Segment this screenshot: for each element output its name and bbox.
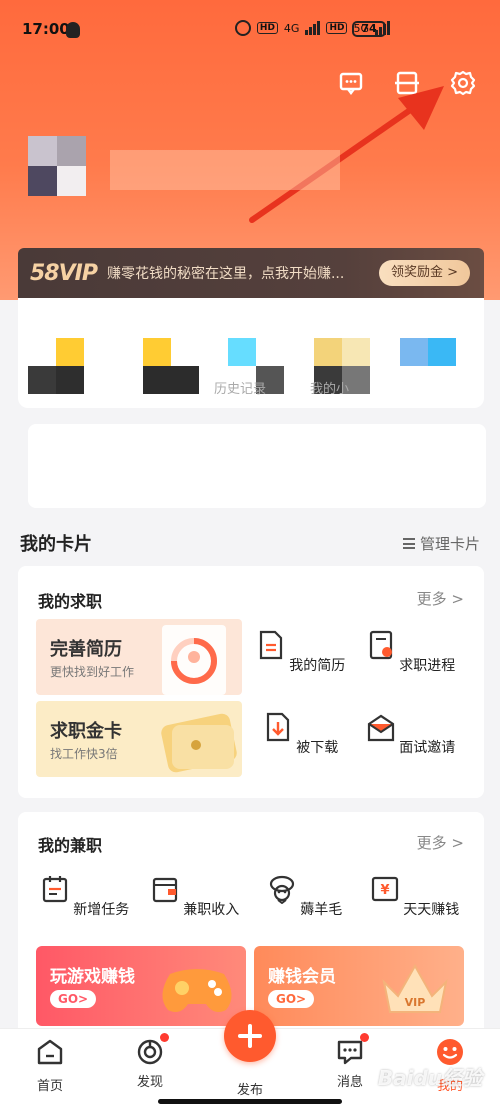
- daily-earn-item[interactable]: ¥ 天天赚钱: [360, 874, 470, 919]
- job-progress-item[interactable]: 求职进程: [356, 630, 466, 675]
- settings-button[interactable]: [448, 68, 478, 98]
- my-resume-label: 我的简历: [289, 658, 346, 674]
- new-task-item[interactable]: 新增任务: [30, 874, 140, 919]
- quick-label-history: 历史记录: [214, 382, 267, 397]
- vip-banner[interactable]: 58VIP 赚零花钱的秘密在这里，点我开始赚... 领奖励金 >: [18, 248, 484, 298]
- job-card-title: 我的求职: [38, 592, 103, 611]
- tab-home-label: 首页: [36, 1079, 63, 1094]
- alarm-icon: [234, 20, 251, 36]
- parttime-income-item[interactable]: 兼职收入: [140, 874, 250, 919]
- complete-resume-promo[interactable]: 完善简历 更快找到好工作: [36, 619, 242, 695]
- interview-invite-item[interactable]: 面试邀请: [356, 712, 466, 757]
- home-icon: [37, 1039, 63, 1065]
- cards-section-title: 我的卡片: [20, 534, 92, 555]
- my-resume-item[interactable]: 我的简历: [246, 630, 356, 675]
- vip-text: 赚零花钱的秘密在这里，点我开始赚...: [106, 266, 345, 282]
- progress-icon: [369, 630, 392, 660]
- claim-reward-button[interactable]: 领奖励金 >: [378, 260, 470, 286]
- status-bar: 17:00 HD 4G HD 5G 74: [0, 18, 500, 44]
- vip-logo: 58VIP: [30, 260, 98, 286]
- resume-progress-icon: [162, 625, 226, 695]
- qq-icon: [66, 22, 80, 38]
- hd-icon-2: HD: [326, 22, 348, 34]
- publish-button[interactable]: [224, 1010, 276, 1062]
- messages-badge: [360, 1033, 369, 1042]
- network-4g-label: 4G: [283, 21, 300, 35]
- new-task-label: 新增任务: [73, 902, 130, 918]
- job-more-link[interactable]: 更多 >: [417, 588, 464, 609]
- download-icon: [266, 712, 289, 742]
- hd-icon: HD: [256, 22, 278, 34]
- quick-item-1[interactable]: [28, 338, 86, 396]
- downloaded-item[interactable]: 被下载: [246, 712, 356, 757]
- job-gold-card-promo[interactable]: 求职金卡 找工作快3倍: [36, 701, 242, 777]
- tab-home[interactable]: 首页: [15, 1037, 85, 1094]
- watermark: Baidu经验: [377, 1066, 482, 1090]
- promo-title: 完善简历: [50, 639, 122, 660]
- manage-cards-label: 管理卡片: [419, 535, 480, 553]
- envelope-icon: [367, 714, 394, 742]
- earn-member-promo[interactable]: 赚钱会员 GO> VIP: [254, 946, 464, 1026]
- wallet-icon: [152, 877, 177, 903]
- status-time: 17:00: [22, 20, 70, 38]
- quick-access-card: 历史记录 我的小: [18, 298, 484, 408]
- tab-discover[interactable]: 发现: [115, 1033, 185, 1090]
- tab-publish-label: 发布: [236, 1083, 263, 1098]
- gear-icon: [450, 70, 476, 96]
- quick-item-5[interactable]: [400, 338, 458, 396]
- message-icon: [335, 1033, 369, 1067]
- parttime-card-title: 我的兼职: [38, 836, 103, 855]
- job-card: 我的求职 更多 > 完善简历 更快找到好工作 求职金卡 找工作快3倍 我的简历 …: [18, 566, 484, 798]
- job-progress-label: 求职进程: [399, 658, 456, 674]
- promo-subtitle: 找工作快3倍: [50, 747, 118, 761]
- manage-cards-link[interactable]: 管理卡片: [402, 533, 480, 554]
- daily-earn-label: 天天赚钱: [403, 902, 460, 918]
- discover-icon: [135, 1033, 169, 1067]
- tab-publish[interactable]: 发布: [215, 1079, 285, 1098]
- blank-card: [28, 424, 486, 508]
- go-button[interactable]: GO>: [50, 990, 97, 1008]
- quick-item-2[interactable]: [143, 338, 201, 396]
- quick-item-4[interactable]: 我的小: [310, 338, 372, 397]
- quick-item-history[interactable]: 历史记录: [214, 338, 284, 397]
- promo-title: 赚钱会员: [268, 967, 336, 987]
- home-indicator[interactable]: [158, 1099, 342, 1104]
- gamepad-icon: [162, 969, 232, 1012]
- quick-label-my: 我的小: [310, 382, 350, 397]
- tab-messages-label: 消息: [336, 1075, 363, 1090]
- interview-invite-label: 面试邀请: [399, 740, 456, 756]
- parttime-income-label: 兼职收入: [183, 902, 240, 918]
- battery-icon: 74: [352, 21, 386, 37]
- promo-title: 求职金卡: [50, 721, 122, 742]
- money-card-icon: ¥: [371, 876, 398, 902]
- freebies-item[interactable]: 薅羊毛: [250, 874, 360, 919]
- parttime-more-link[interactable]: 更多 >: [417, 832, 464, 853]
- discover-badge: [160, 1033, 169, 1042]
- svg-text:¥: ¥: [380, 883, 389, 898]
- tab-messages[interactable]: 消息: [315, 1033, 385, 1090]
- username-blurred: [110, 150, 340, 190]
- gold-card-icon: [161, 713, 237, 773]
- list-icon: [402, 538, 415, 549]
- promo-title: 玩游戏赚钱: [50, 967, 135, 987]
- go-button[interactable]: GO>: [268, 990, 315, 1008]
- calendar-icon: [42, 876, 67, 903]
- tab-discover-label: 发现: [136, 1075, 163, 1090]
- resume-icon: [259, 630, 282, 660]
- play-games-promo[interactable]: 玩游戏赚钱 GO>: [36, 946, 246, 1026]
- downloaded-label: 被下载: [296, 740, 339, 756]
- freebies-label: 薅羊毛: [300, 902, 343, 918]
- vip-crown-icon: VIP: [382, 963, 448, 1013]
- signal-icon: [305, 21, 321, 35]
- sheep-icon: [269, 875, 294, 905]
- svg-text:VIP: VIP: [405, 996, 426, 1009]
- promo-subtitle: 更快找到好工作: [50, 665, 135, 679]
- avatar[interactable]: [28, 136, 86, 196]
